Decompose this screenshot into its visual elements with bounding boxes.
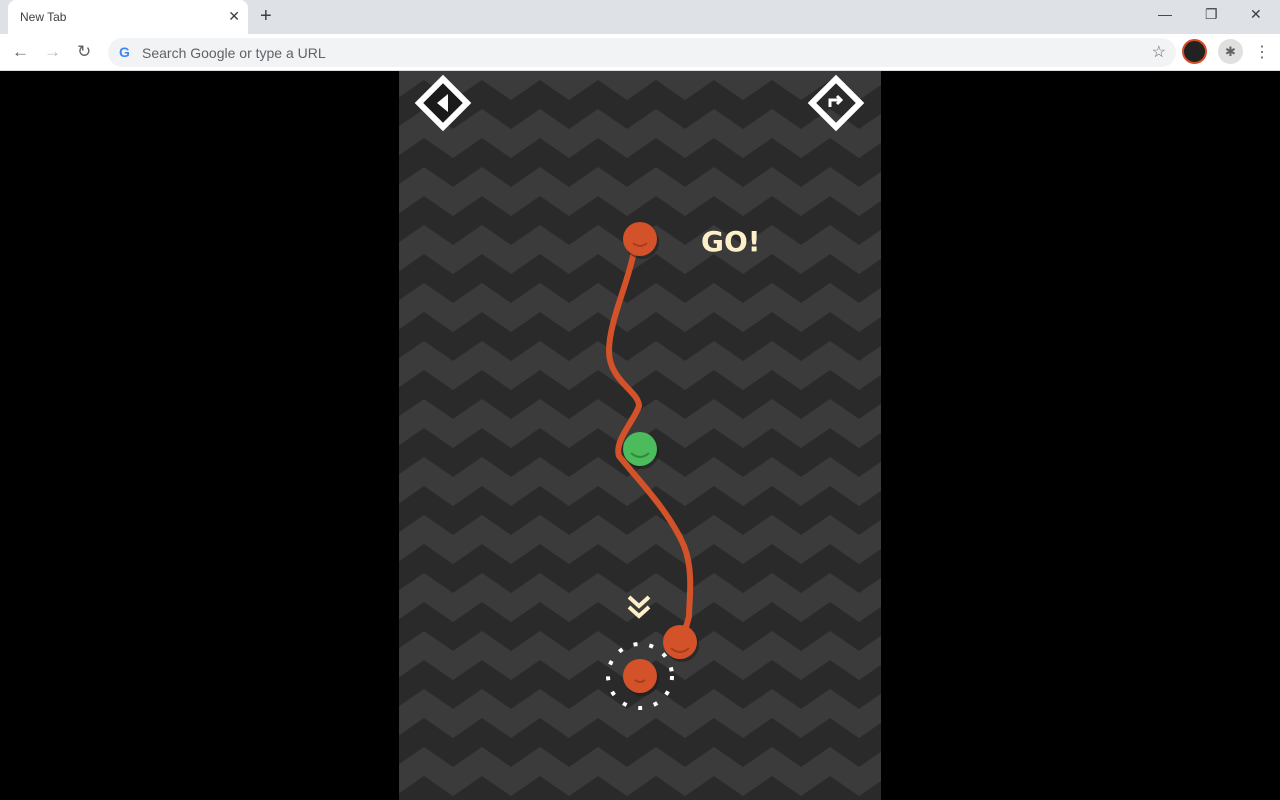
tab-new-tab[interactable]: New Tab ✕ (8, 0, 248, 34)
game-canvas[interactable]: GO! (399, 71, 881, 800)
new-tab-button[interactable]: + (260, 5, 272, 28)
omnibox[interactable]: G Search Google or type a URL ☆ (108, 38, 1176, 67)
restore-icon[interactable]: ❐ (1205, 6, 1218, 23)
back-icon[interactable]: ← (12, 42, 29, 62)
close-window-icon[interactable]: ✕ (1250, 6, 1262, 23)
omnibox-input[interactable]: Search Google or type a URL (142, 45, 326, 61)
go-label: GO! (701, 225, 761, 258)
close-tab-icon[interactable]: ✕ (228, 8, 240, 25)
bookmark-star-icon[interactable]: ☆ (1152, 42, 1166, 62)
tab-strip: New Tab ✕ + — ❐ ✕ (0, 0, 1280, 34)
profile-avatar[interactable] (1182, 39, 1207, 64)
minimize-icon[interactable]: — (1158, 6, 1172, 22)
reload-icon[interactable]: ↻ (77, 42, 91, 62)
tab-title: New Tab (20, 10, 67, 24)
extensions-icon[interactable]: ✱ (1218, 39, 1243, 64)
google-icon: G (119, 44, 130, 60)
toolbar: ← → ↻ G Search Google or type a URL ☆ ✱ … (0, 34, 1280, 71)
menu-icon[interactable]: ⋮ (1254, 42, 1270, 62)
game-board (399, 71, 881, 800)
forward-icon[interactable]: → (44, 42, 61, 62)
